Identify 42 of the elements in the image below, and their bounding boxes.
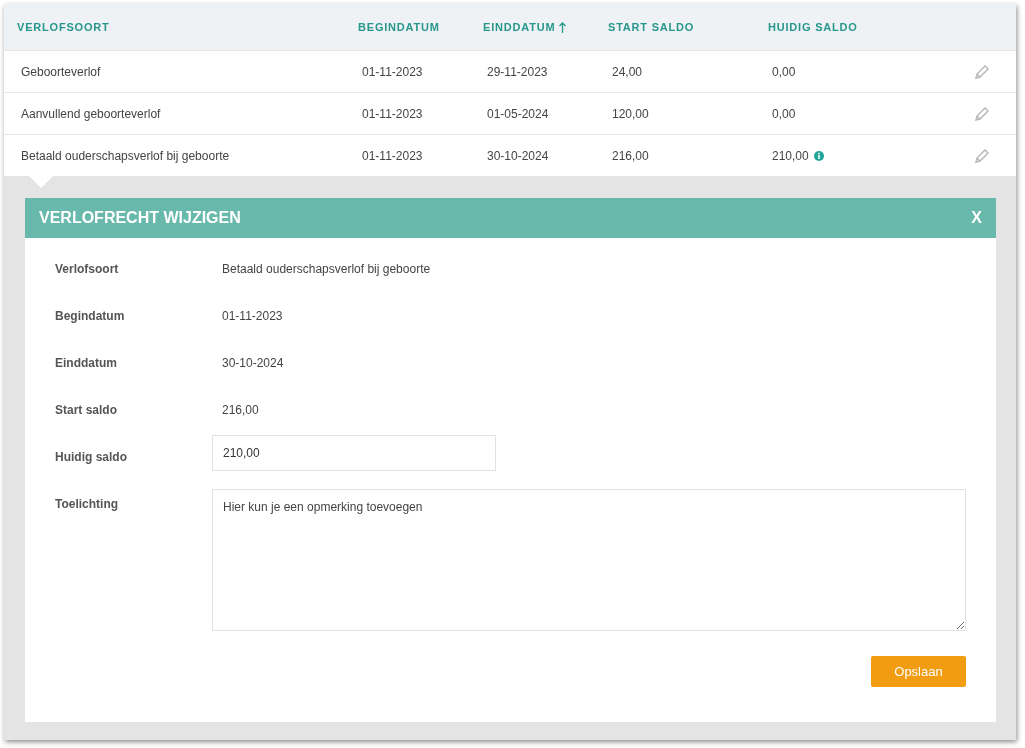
input-field[interactable]: 210,00 <box>212 435 496 471</box>
table-cell: 216,00 <box>612 148 649 163</box>
field-label: Verlofsoort <box>55 261 120 276</box>
field-value: Betaald ouderschapsverlof bij geboorte <box>221 261 432 276</box>
column-header[interactable]: VERLOFSOORT <box>17 21 110 33</box>
close-button[interactable]: X <box>971 209 982 227</box>
table-row[interactable]: Geboorteverlof 01-11-2023 29-11-2023 24,00 0,00 <box>4 50 1016 92</box>
table-cell: Geboorteverlof <box>21 64 101 79</box>
field-label: Begindatum <box>55 308 126 323</box>
field-label: Start saldo <box>55 402 118 417</box>
comment-field[interactable]: Hier kun je een opmerking toevoegen <box>212 489 966 631</box>
table-cell: Aanvullend geboorteverlof <box>21 106 161 121</box>
table-cell: 29-11-2023 <box>487 64 548 79</box>
table-cell: 30-10-2024 <box>487 148 549 163</box>
column-header[interactable]: START SALDO <box>608 21 695 33</box>
field-label: Einddatum <box>55 355 118 370</box>
table-cell: 01-11-2023 <box>362 106 423 121</box>
table-cell: 24,00 <box>612 64 643 79</box>
dialog-title: VERLOFRECHT WIJZIGEN <box>39 209 241 227</box>
pencil-icon[interactable] <box>974 147 990 164</box>
column-header[interactable]: EINDDATUM <box>483 21 556 33</box>
field-label: Toelichting <box>55 496 120 511</box>
column-header[interactable]: BEGINDATUM <box>358 21 440 33</box>
pencil-icon[interactable] <box>974 63 990 80</box>
table-cell: Betaald ouderschapsverlof bij geboorte <box>21 148 230 163</box>
field-value: 01-11-2023 <box>221 308 284 323</box>
table-cell: 01-11-2023 <box>362 64 423 79</box>
table-cell: 01-11-2023 <box>362 148 423 163</box>
table-cell: 210,00 <box>772 148 809 163</box>
field-label: Huidig saldo <box>55 449 128 464</box>
column-header[interactable]: HUIDIG SALDO <box>768 21 858 33</box>
table-row[interactable]: Aanvullend geboorteverlof 01-11-2023 01-05-2024 120,00 0,00 <box>4 92 1016 134</box>
table-cell: 0,00 <box>772 64 796 79</box>
pencil-icon[interactable] <box>974 105 990 122</box>
table-cell: 01-05-2024 <box>487 106 549 121</box>
table-cell: 120,00 <box>612 106 649 121</box>
sort-arrow-icon <box>559 21 567 33</box>
info-icon <box>813 150 824 161</box>
field-value: 30-10-2024 <box>221 355 285 370</box>
table-cell: 0,00 <box>772 106 796 121</box>
save-button[interactable]: Opslaan <box>871 656 966 687</box>
field-value: 216,00 <box>221 402 260 417</box>
